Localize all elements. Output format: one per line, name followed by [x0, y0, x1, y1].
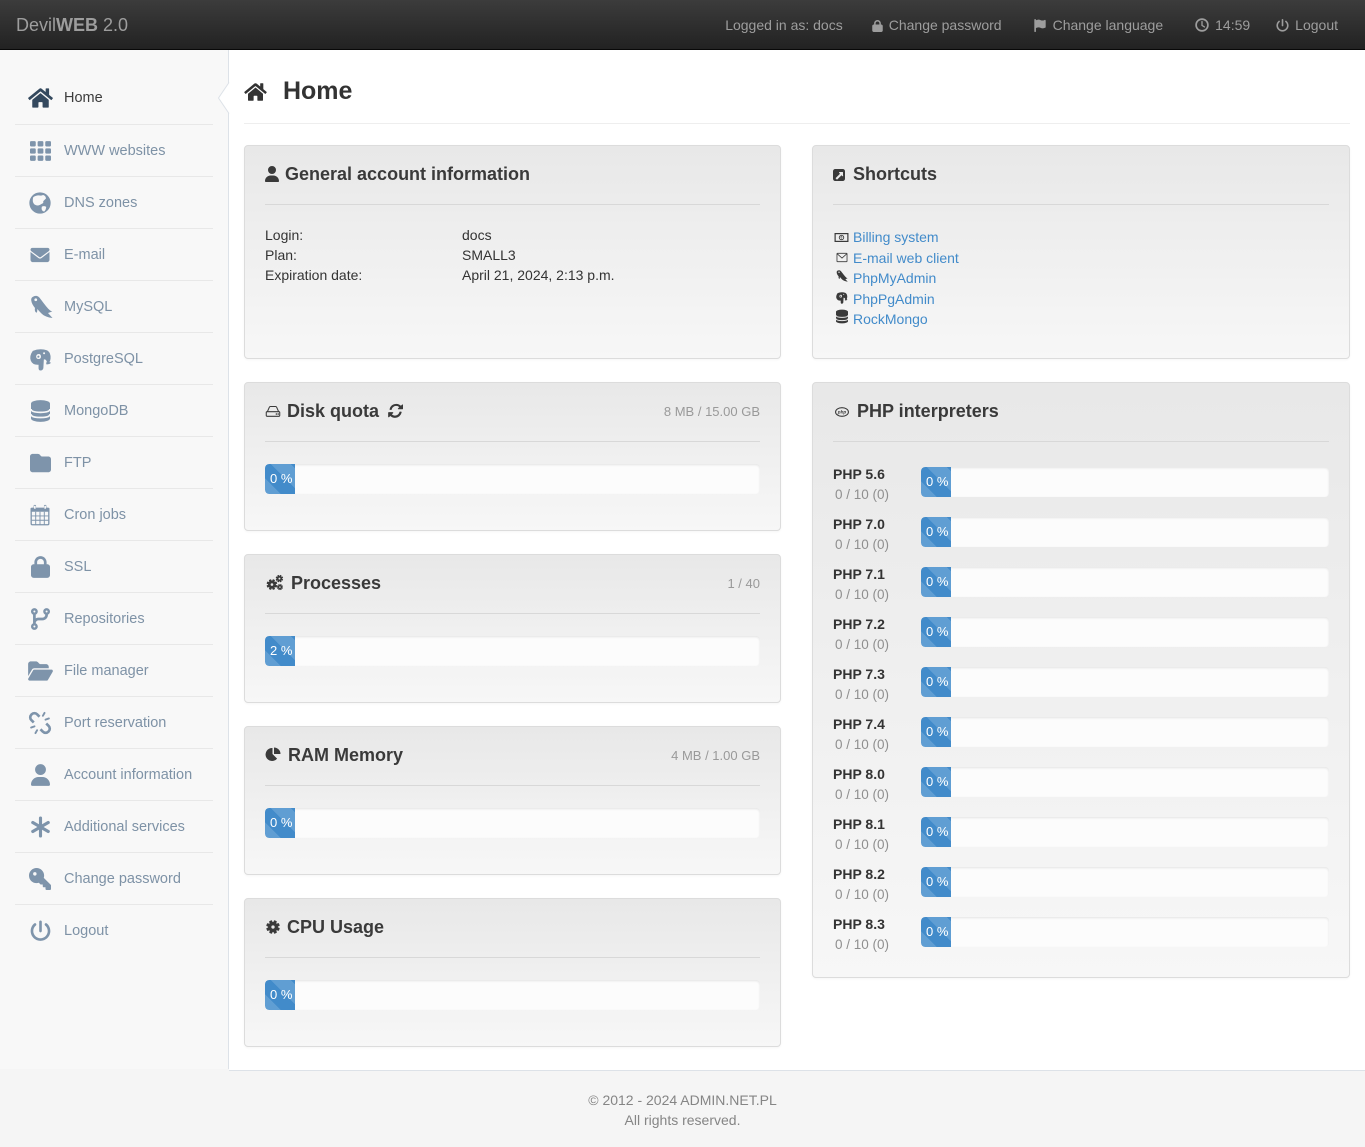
svg-text:0: 0: [841, 236, 843, 240]
svg-text:php: php: [837, 410, 847, 415]
